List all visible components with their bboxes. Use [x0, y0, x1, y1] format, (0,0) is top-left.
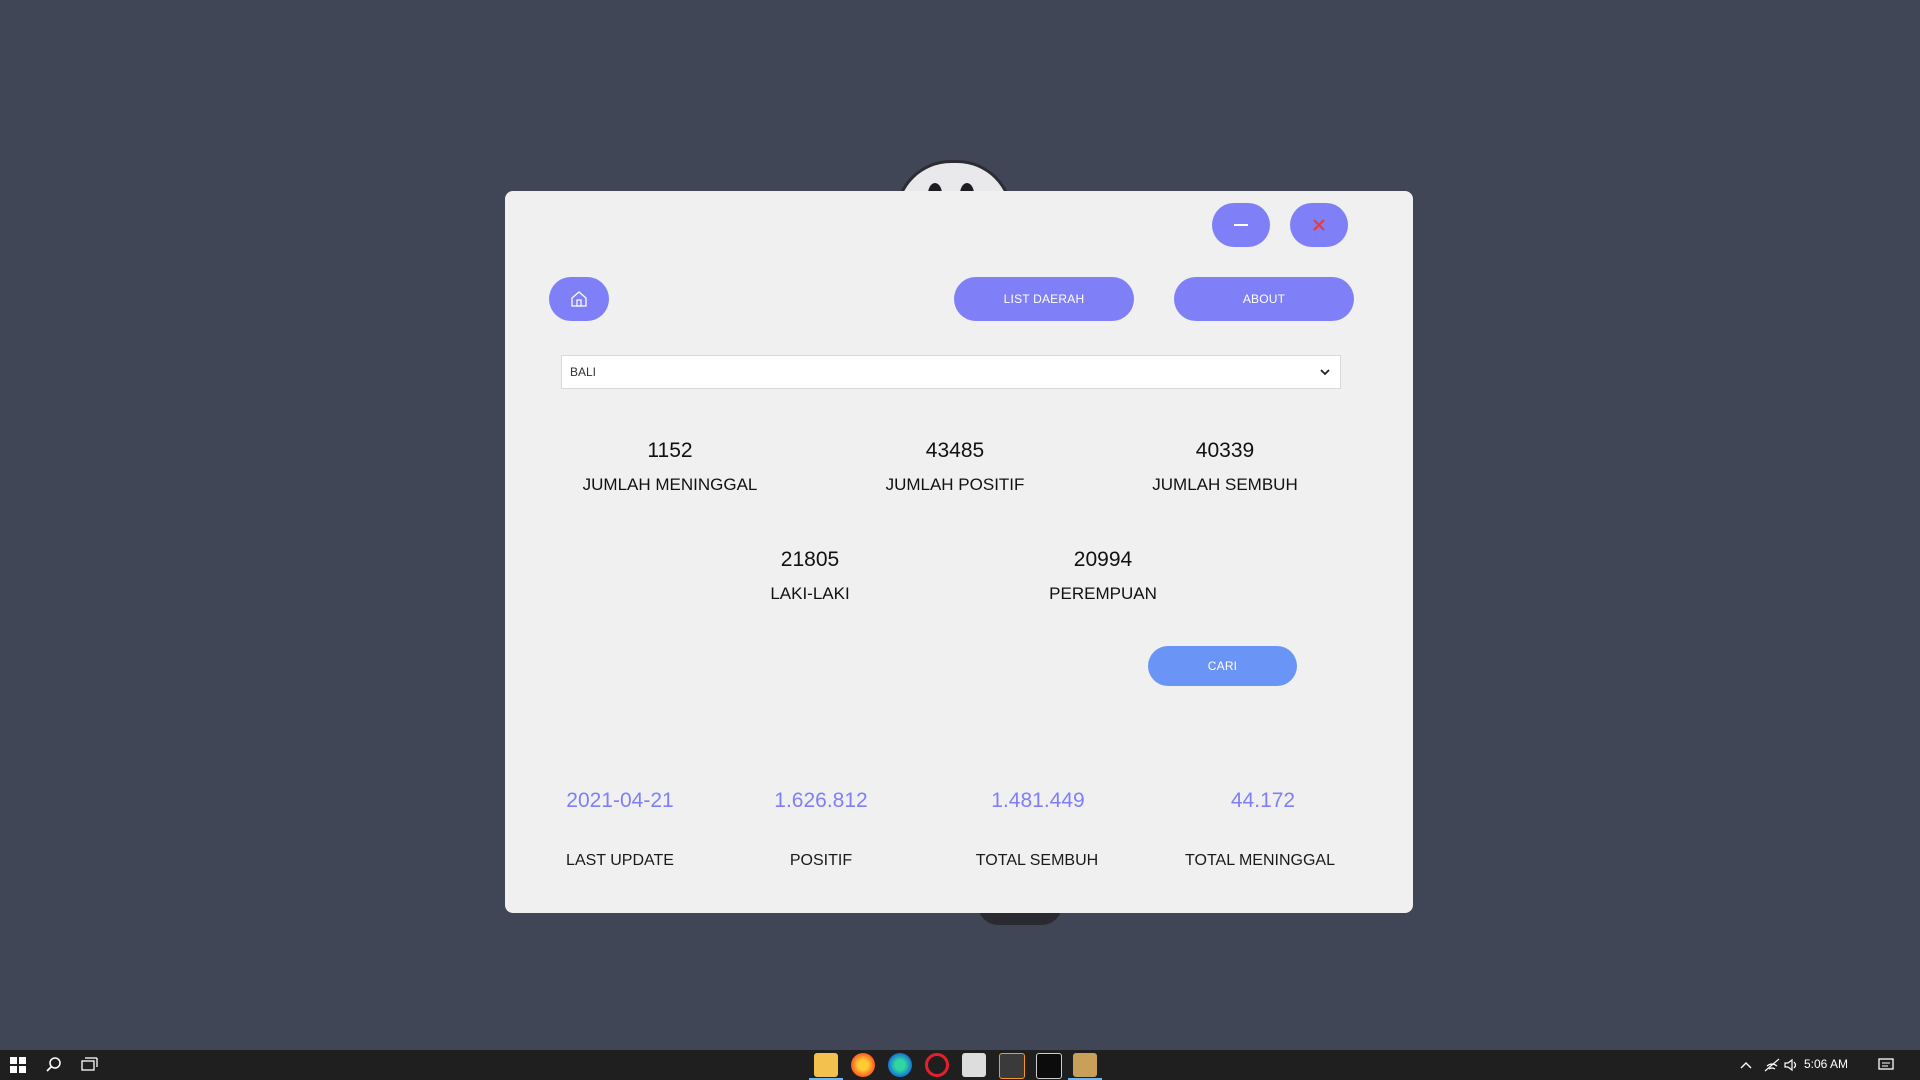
stat-laki-laki-label: LAKI-LAKI [770, 584, 850, 603]
stat-laki-laki: 21805 LAKI-LAKI [690, 548, 930, 604]
stat-perempuan-value: 20994 [1073, 548, 1133, 571]
cari-button[interactable]: CARI [1148, 646, 1297, 686]
home-button[interactable] [549, 277, 609, 321]
close-icon [1313, 219, 1325, 231]
stat-positif: 43485 JUMLAH POSITIF [835, 439, 1075, 495]
chevron-down-icon [1320, 369, 1330, 376]
list-daerah-button[interactable]: LIST DAERAH [954, 277, 1134, 321]
stat-perempuan-label: PEREMPUAN [1049, 584, 1157, 603]
region-select[interactable]: BALI [561, 355, 1341, 389]
windows-start-icon[interactable] [8, 1055, 28, 1075]
stat-meninggal-value: 1152 [647, 439, 693, 462]
stat-positif-value: 43485 [925, 439, 985, 462]
stat-sembuh: 40339 JUMLAH SEMBUH [1105, 439, 1345, 495]
stat-sembuh-value: 40339 [1195, 439, 1255, 462]
stat-meninggal: 1152 JUMLAH MENINGGAL [550, 439, 790, 495]
summary-positif-label: POSITIF [789, 852, 853, 869]
region-select-value: BALI [570, 365, 597, 379]
summary-total-sembuh-value: 1.481.449 [991, 789, 1085, 812]
home-icon [571, 291, 587, 307]
task-view-icon[interactable] [80, 1055, 100, 1075]
minimize-button[interactable] [1212, 203, 1270, 247]
taskbar-clock[interactable]: 5:06 AM [1804, 1057, 1848, 1071]
minimize-icon [1234, 224, 1248, 226]
summary-positif-value: 1.626.812 [774, 789, 868, 812]
network-icon[interactable] [1762, 1055, 1782, 1075]
summary-total-sembuh-label: TOTAL SEMBUH [975, 852, 1099, 869]
chevron-up-icon[interactable] [1736, 1055, 1756, 1075]
opera-icon[interactable] [925, 1053, 949, 1077]
stat-positif-label: JUMLAH POSITIF [885, 475, 1025, 494]
stat-sembuh-label: JUMLAH SEMBUH [1152, 475, 1298, 494]
file-explorer-icon[interactable] [814, 1053, 838, 1077]
mail-app-icon[interactable] [962, 1053, 986, 1077]
summary-total-meninggal-label: TOTAL MENINGGAL [1185, 852, 1335, 869]
summary-last-update-value: 2021-04-21 [566, 789, 674, 812]
summary-total-meninggal-value: 44.172 [1230, 789, 1296, 812]
stat-meninggal-label: JUMLAH MENINGGAL [582, 475, 758, 494]
firefox-icon[interactable] [851, 1053, 875, 1077]
app-window: LIST DAERAH ABOUT BALI 1152 JUMLAH MENIN… [505, 191, 1413, 913]
edge-icon[interactable] [888, 1053, 912, 1077]
sublime-text-icon[interactable] [999, 1053, 1025, 1079]
taskbar: 5:06 AM [0, 1050, 1920, 1080]
desktop: LIST DAERAH ABOUT BALI 1152 JUMLAH MENIN… [0, 0, 1920, 1050]
terminal-icon[interactable] [1036, 1053, 1062, 1079]
java-app-icon[interactable] [1073, 1053, 1097, 1077]
stat-perempuan: 20994 PEREMPUAN [983, 548, 1223, 604]
volume-icon[interactable] [1782, 1055, 1802, 1075]
close-button[interactable] [1290, 203, 1348, 247]
stat-laki-laki-value: 21805 [780, 548, 840, 571]
summary-last-update-label: LAST UPDATE [566, 852, 674, 869]
about-button[interactable]: ABOUT [1174, 277, 1354, 321]
notification-icon[interactable] [1876, 1055, 1896, 1075]
search-icon[interactable] [44, 1055, 64, 1075]
